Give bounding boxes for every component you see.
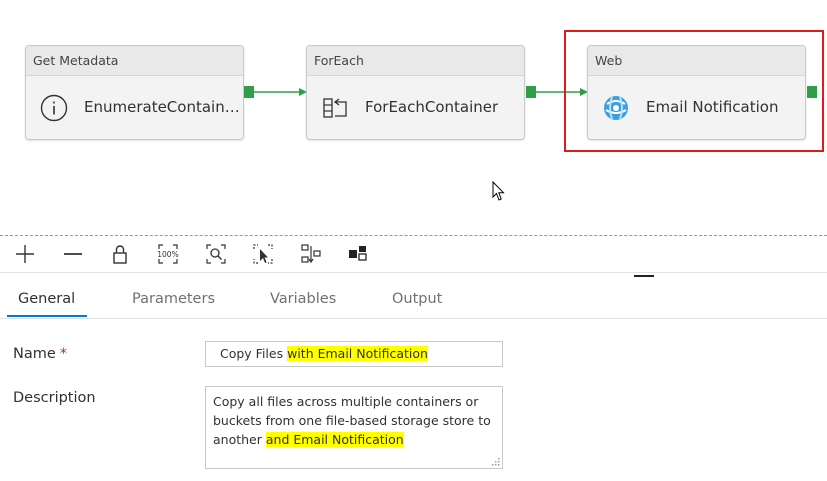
lock-icon[interactable]: [108, 242, 132, 266]
canvas-toolbar: 100%: [0, 236, 827, 272]
output-port[interactable]: [807, 86, 817, 98]
activity-name: ForEachContainer: [365, 98, 499, 116]
zoom-fit-icon[interactable]: [204, 242, 228, 266]
activity-type-label: ForEach: [307, 46, 524, 76]
tab-general[interactable]: General: [18, 291, 75, 307]
active-tab-indicator: [7, 315, 87, 317]
name-input-highlight: with Email Notification: [287, 346, 428, 361]
web-globe-icon: [604, 96, 628, 120]
zoom-100-text: 100%: [157, 250, 178, 259]
connector-arrow: [254, 88, 307, 96]
name-input-text: Copy Files: [220, 346, 288, 361]
activity-type-label: Get Metadata: [26, 46, 243, 76]
panel-splitter[interactable]: [0, 272, 827, 273]
splitter-grip[interactable]: [634, 275, 654, 277]
activity-web[interactable]: Web Email Notification: [587, 45, 806, 140]
name-input[interactable]: Copy Files with Email Notification: [205, 341, 503, 367]
properties-tabs: General Parameters Variables Output: [0, 283, 827, 319]
name-label-text: Name: [13, 346, 56, 362]
foreach-icon: [323, 98, 347, 118]
description-label: Description: [13, 390, 96, 406]
mouse-cursor-icon: [492, 181, 505, 201]
activity-name: EnumerateContainers...: [84, 98, 242, 116]
resize-grip-icon[interactable]: [491, 457, 500, 466]
zoom-100-icon[interactable]: 100%: [156, 242, 180, 266]
activity-type-label: Web: [588, 46, 805, 76]
pipeline-canvas[interactable]: Get Metadata EnumerateContainers... ForE…: [0, 0, 827, 235]
required-marker: *: [59, 346, 68, 362]
tab-output[interactable]: Output: [392, 291, 442, 307]
layout-icon[interactable]: [347, 242, 371, 266]
description-highlight: and Email Notification: [265, 432, 404, 447]
tab-variables[interactable]: Variables: [270, 291, 336, 307]
tab-parameters[interactable]: Parameters: [132, 291, 215, 307]
remove-icon[interactable]: [61, 242, 85, 266]
activity-name: Email Notification: [646, 98, 779, 116]
description-textarea[interactable]: Copy all files across multiple container…: [205, 386, 503, 469]
auto-align-icon[interactable]: [299, 242, 323, 266]
activity-get-metadata[interactable]: Get Metadata EnumerateContainers...: [25, 45, 244, 140]
select-icon[interactable]: [251, 242, 275, 266]
name-label: Name *: [13, 346, 67, 362]
add-icon[interactable]: [13, 242, 37, 266]
activity-foreach[interactable]: ForEach ForEachContainer: [306, 45, 525, 140]
output-port[interactable]: [244, 86, 254, 98]
output-port[interactable]: [526, 86, 536, 98]
info-icon: [40, 94, 68, 122]
